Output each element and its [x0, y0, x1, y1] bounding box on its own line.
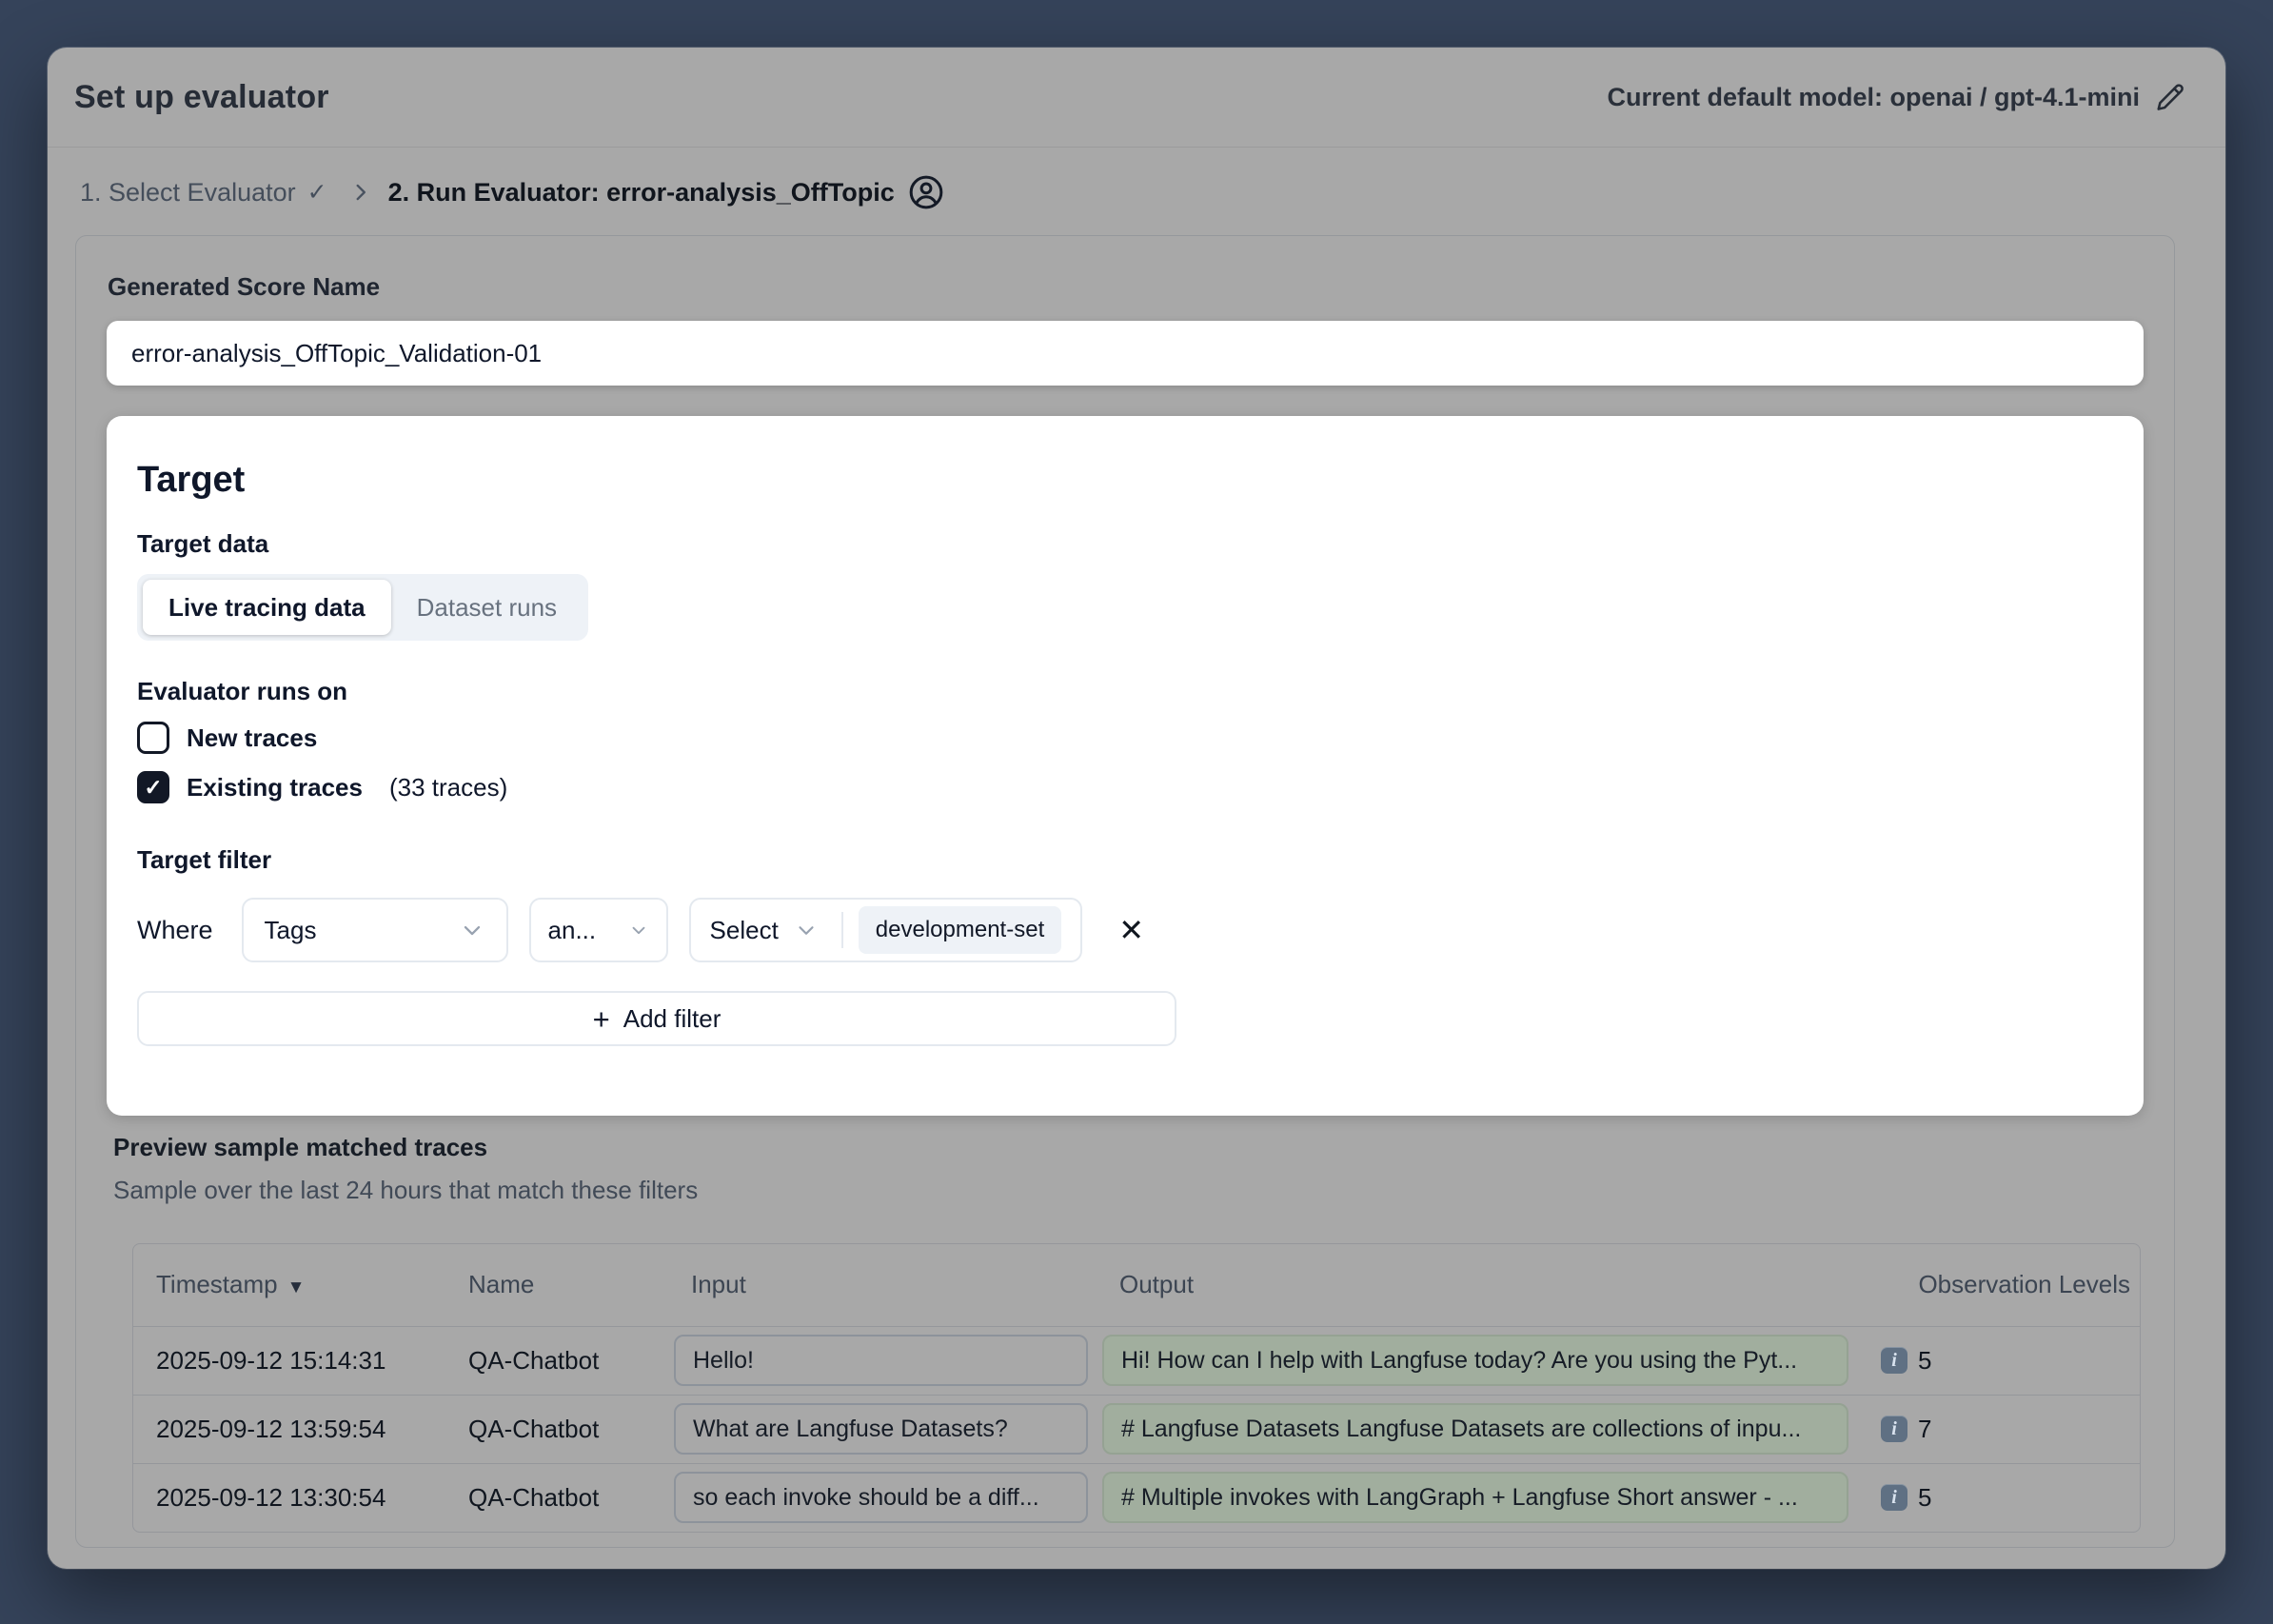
filter-row: Where Tags an... Select: [137, 898, 2109, 962]
check-icon: ✓: [144, 777, 162, 799]
observation-levels: i 5: [1864, 1483, 2140, 1513]
filter-column-select[interactable]: Tags: [242, 898, 508, 962]
edit-model-button[interactable]: [2155, 82, 2185, 112]
where-label: Where: [137, 916, 213, 945]
breadcrumb-step-select-evaluator[interactable]: 1. Select Evaluator ✓: [74, 177, 333, 208]
target-data-tabs: Live tracing data Dataset runs: [137, 574, 588, 641]
column-header-input: Input: [668, 1244, 1097, 1326]
default-model-row: Current default model: openai / gpt-4.1-…: [1607, 82, 2185, 112]
preview-subtitle: Sample over the last 24 hours that match…: [113, 1176, 2144, 1205]
filter-value-select[interactable]: Select development-set: [689, 898, 1083, 962]
target-title: Target: [137, 460, 2109, 501]
cell-input: What are Langfuse Datasets?: [674, 1403, 1088, 1455]
level-count: 7: [1918, 1415, 1931, 1444]
score-name-input[interactable]: [107, 321, 2144, 386]
plus-icon: +: [593, 1004, 610, 1034]
divider: [841, 912, 843, 948]
step2-label: 2. Run Evaluator: error-analysis_OffTopi…: [388, 178, 895, 208]
filter-value-chip: development-set: [859, 906, 1061, 954]
remove-filter-button[interactable]: ✕: [1113, 914, 1150, 946]
cell-input: so each invoke should be a diff...: [674, 1472, 1088, 1523]
checkbox-existing-traces[interactable]: ✓: [137, 771, 169, 803]
cell-timestamp: 2025-09-12 15:14:31: [133, 1326, 445, 1395]
column-header-observation-levels: Observation Levels: [1864, 1244, 2140, 1326]
tab-live-tracing-data[interactable]: Live tracing data: [143, 580, 391, 635]
column-header-name: Name: [445, 1244, 668, 1326]
checkbox-row-new-traces[interactable]: New traces: [137, 722, 2109, 754]
filter-value-placeholder: Select: [710, 916, 779, 945]
level-count: 5: [1918, 1483, 1931, 1513]
preview-table: Timestamp▼ Name Input Output Observation…: [132, 1243, 2141, 1533]
chevron-right-icon: [348, 180, 373, 205]
trace-count: (33 traces): [389, 773, 507, 802]
add-filter-button[interactable]: + Add filter: [137, 991, 1176, 1046]
observation-levels: i 7: [1864, 1415, 2140, 1444]
chevron-down-icon: [628, 920, 649, 941]
dialog-title: Set up evaluator: [74, 79, 329, 116]
default-model-label: Current default model: openai / gpt-4.1-…: [1607, 83, 2140, 112]
checkbox-new-traces[interactable]: [137, 722, 169, 754]
check-icon: ✓: [307, 178, 327, 207]
run-evaluator-panel: Generated Score Name Target Target data …: [75, 235, 2175, 1548]
table-row[interactable]: 2025-09-12 13:59:54 QA-Chatbot What are …: [133, 1395, 2140, 1463]
dialog-header: Set up evaluator Current default model: …: [48, 48, 2225, 148]
cell-name: QA-Chatbot: [445, 1395, 668, 1463]
info-badge-icon: i: [1881, 1484, 1907, 1511]
tab-dataset-runs[interactable]: Dataset runs: [391, 580, 583, 635]
filter-operator-select[interactable]: an...: [529, 898, 668, 962]
column-header-timestamp[interactable]: Timestamp▼: [133, 1244, 445, 1326]
cell-output: # Multiple invokes with LangGraph + Lang…: [1102, 1472, 1848, 1523]
cell-timestamp: 2025-09-12 13:59:54: [133, 1395, 445, 1463]
cell-timestamp: 2025-09-12 13:30:54: [133, 1463, 445, 1532]
close-icon: ✕: [1118, 913, 1144, 947]
cell-output: # Langfuse Datasets Langfuse Datasets ar…: [1102, 1403, 1848, 1455]
info-badge-icon: i: [1881, 1416, 1907, 1442]
breadcrumb-step-run-evaluator: 2. Run Evaluator: error-analysis_OffTopi…: [388, 174, 944, 210]
chevron-down-icon: [459, 917, 485, 943]
cell-output: Hi! How can I help with Langfuse today? …: [1102, 1335, 1848, 1386]
runs-on-label: Evaluator runs on: [137, 677, 2109, 706]
column-header-output: Output: [1097, 1244, 1864, 1326]
breadcrumb: 1. Select Evaluator ✓ 2. Run Evaluator: …: [48, 148, 2225, 235]
checkbox-label: New traces: [187, 723, 317, 753]
table-row[interactable]: 2025-09-12 13:30:54 QA-Chatbot so each i…: [133, 1463, 2140, 1532]
step1-label: 1. Select Evaluator: [80, 178, 296, 208]
level-count: 5: [1918, 1346, 1931, 1376]
checkbox-row-existing-traces[interactable]: ✓ Existing traces (33 traces): [137, 771, 2109, 803]
cell-input: Hello!: [674, 1335, 1088, 1386]
target-data-label: Target data: [137, 529, 2109, 559]
sort-desc-icon: ▼: [287, 1277, 306, 1297]
cell-name: QA-Chatbot: [445, 1326, 668, 1395]
table-header-row: Timestamp▼ Name Input Output Observation…: [133, 1244, 2140, 1326]
table-row[interactable]: 2025-09-12 15:14:31 QA-Chatbot Hello! Hi…: [133, 1326, 2140, 1395]
target-filter-label: Target filter: [137, 845, 2109, 875]
checkbox-label: Existing traces: [187, 773, 363, 802]
cell-name: QA-Chatbot: [445, 1463, 668, 1532]
user-circle-icon: [908, 174, 944, 210]
chevron-down-icon: [794, 918, 819, 942]
setup-evaluator-dialog: Set up evaluator Current default model: …: [48, 48, 2225, 1569]
observation-levels: i 5: [1864, 1346, 2140, 1376]
add-filter-label: Add filter: [623, 1004, 721, 1034]
filter-operator-value: an...: [548, 916, 597, 945]
score-name-label: Generated Score Name: [108, 272, 2144, 302]
info-badge-icon: i: [1881, 1347, 1907, 1374]
preview-title: Preview sample matched traces: [113, 1133, 2144, 1162]
pencil-icon: [2155, 82, 2185, 112]
target-card: Target Target data Live tracing data Dat…: [107, 416, 2144, 1116]
page-backdrop: Set up evaluator Current default model: …: [0, 0, 2273, 1624]
filter-column-value: Tags: [265, 916, 317, 945]
